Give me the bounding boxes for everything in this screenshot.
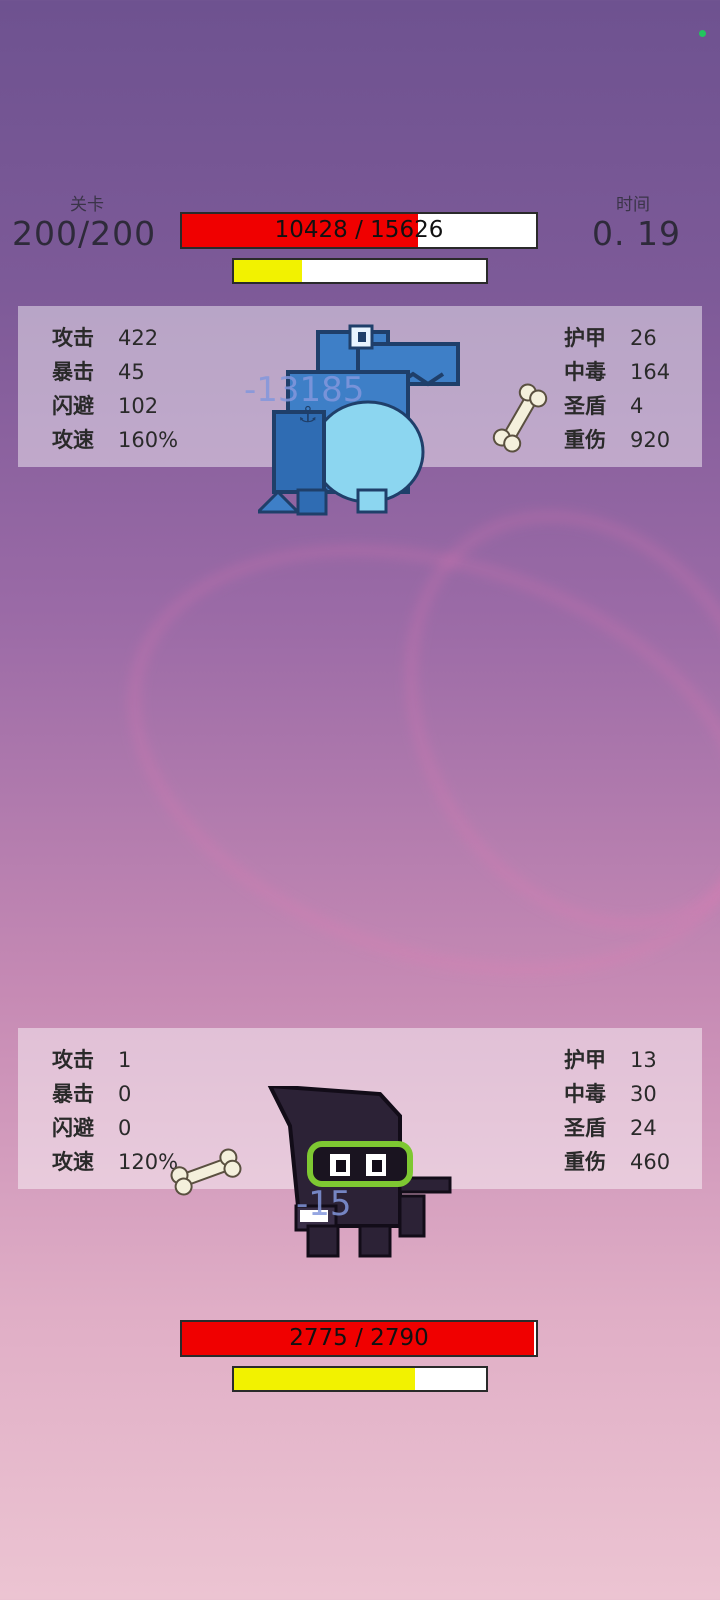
enemy-stat-row: 攻击 422 — [52, 322, 158, 352]
enemy-stat-row: 护甲 26 — [564, 322, 657, 352]
enemy-hp-bar: 10428 / 15626 — [180, 212, 538, 249]
enemy-stat-value: 45 — [118, 360, 145, 384]
player-energy-fill — [234, 1368, 416, 1390]
player-stat-row: 闪避 0 — [52, 1112, 131, 1142]
player-stat-value: 460 — [630, 1150, 671, 1174]
player-stat-label: 闪避 — [52, 1116, 94, 1140]
player-stat-row: 重伤 460 — [564, 1146, 670, 1176]
player-stat-row: 攻速 120% — [52, 1146, 178, 1176]
enemy-stat-label: 中毒 — [564, 360, 606, 384]
player-hp-bar: 2775 / 2790 — [180, 1320, 538, 1357]
player-stat-value: 0 — [118, 1082, 132, 1106]
player-stat-row: 护甲 13 — [564, 1044, 657, 1074]
player-damage-number: -15 — [296, 1184, 352, 1224]
enemy-energy-bar — [232, 258, 488, 284]
enemy-stat-label: 暴击 — [52, 360, 94, 384]
level-label: 关卡 — [70, 195, 104, 215]
player-energy-bar — [232, 1366, 488, 1392]
enemy-stat-value: 102 — [118, 394, 159, 418]
enemy-stat-label: 圣盾 — [564, 394, 606, 418]
enemy-stat-label: 攻击 — [52, 326, 94, 350]
player-stat-label: 攻速 — [52, 1150, 94, 1174]
enemy-stat-row: 中毒 164 — [564, 356, 670, 386]
enemy-stat-value: 26 — [630, 326, 657, 350]
enemy-energy-fill — [234, 260, 303, 282]
enemy-stat-value: 160% — [118, 428, 179, 452]
player-stat-row: 圣盾 24 — [564, 1112, 657, 1142]
enemy-stat-label: 攻速 — [52, 428, 94, 452]
player-stat-value: 24 — [630, 1116, 657, 1140]
enemy-crocodile-sprite: ⚓ — [258, 324, 460, 516]
time-label: 时间 — [616, 195, 650, 215]
player-stat-label: 重伤 — [564, 1150, 606, 1174]
time-value: 0. 19 — [592, 214, 681, 253]
player-stat-row: 中毒 30 — [564, 1078, 657, 1108]
player-stat-value: 0 — [118, 1116, 132, 1140]
player-stat-label: 圣盾 — [564, 1116, 606, 1140]
enemy-stat-row: 重伤 920 — [564, 424, 670, 454]
enemy-stat-label: 重伤 — [564, 428, 606, 452]
status-dot — [699, 30, 706, 37]
player-stat-value: 30 — [630, 1082, 657, 1106]
enemy-stat-row: 圣盾 4 — [564, 390, 643, 420]
enemy-hp-text: 10428 / 15626 — [274, 217, 444, 243]
enemy-stat-value: 422 — [118, 326, 159, 350]
player-stat-label: 攻击 — [52, 1048, 94, 1072]
enemy-stat-label: 闪避 — [52, 394, 94, 418]
enemy-stat-value: 4 — [630, 394, 644, 418]
player-stat-row: 暴击 0 — [52, 1078, 131, 1108]
enemy-stat-value: 164 — [630, 360, 671, 384]
player-stat-label: 护甲 — [564, 1048, 606, 1072]
enemy-stat-row: 闪避 102 — [52, 390, 158, 420]
player-stat-label: 中毒 — [564, 1082, 606, 1106]
level-value: 200/200 — [12, 214, 157, 253]
player-hp-text: 2775 / 2790 — [289, 1325, 429, 1351]
enemy-damage-number: -13185 — [244, 370, 365, 410]
player-stat-row: 攻击 1 — [52, 1044, 131, 1074]
bone-icon — [492, 383, 548, 453]
player-stat-value: 1 — [118, 1048, 132, 1072]
enemy-stat-label: 护甲 — [564, 326, 606, 350]
enemy-stat-value: 920 — [630, 428, 671, 452]
player-stat-label: 暴击 — [52, 1082, 94, 1106]
bone-icon — [170, 1148, 242, 1196]
player-ninja-sprite — [267, 1086, 452, 1258]
player-stat-value: 13 — [630, 1048, 657, 1072]
enemy-stat-row: 暴击 45 — [52, 356, 145, 386]
enemy-stat-row: 攻速 160% — [52, 424, 178, 454]
